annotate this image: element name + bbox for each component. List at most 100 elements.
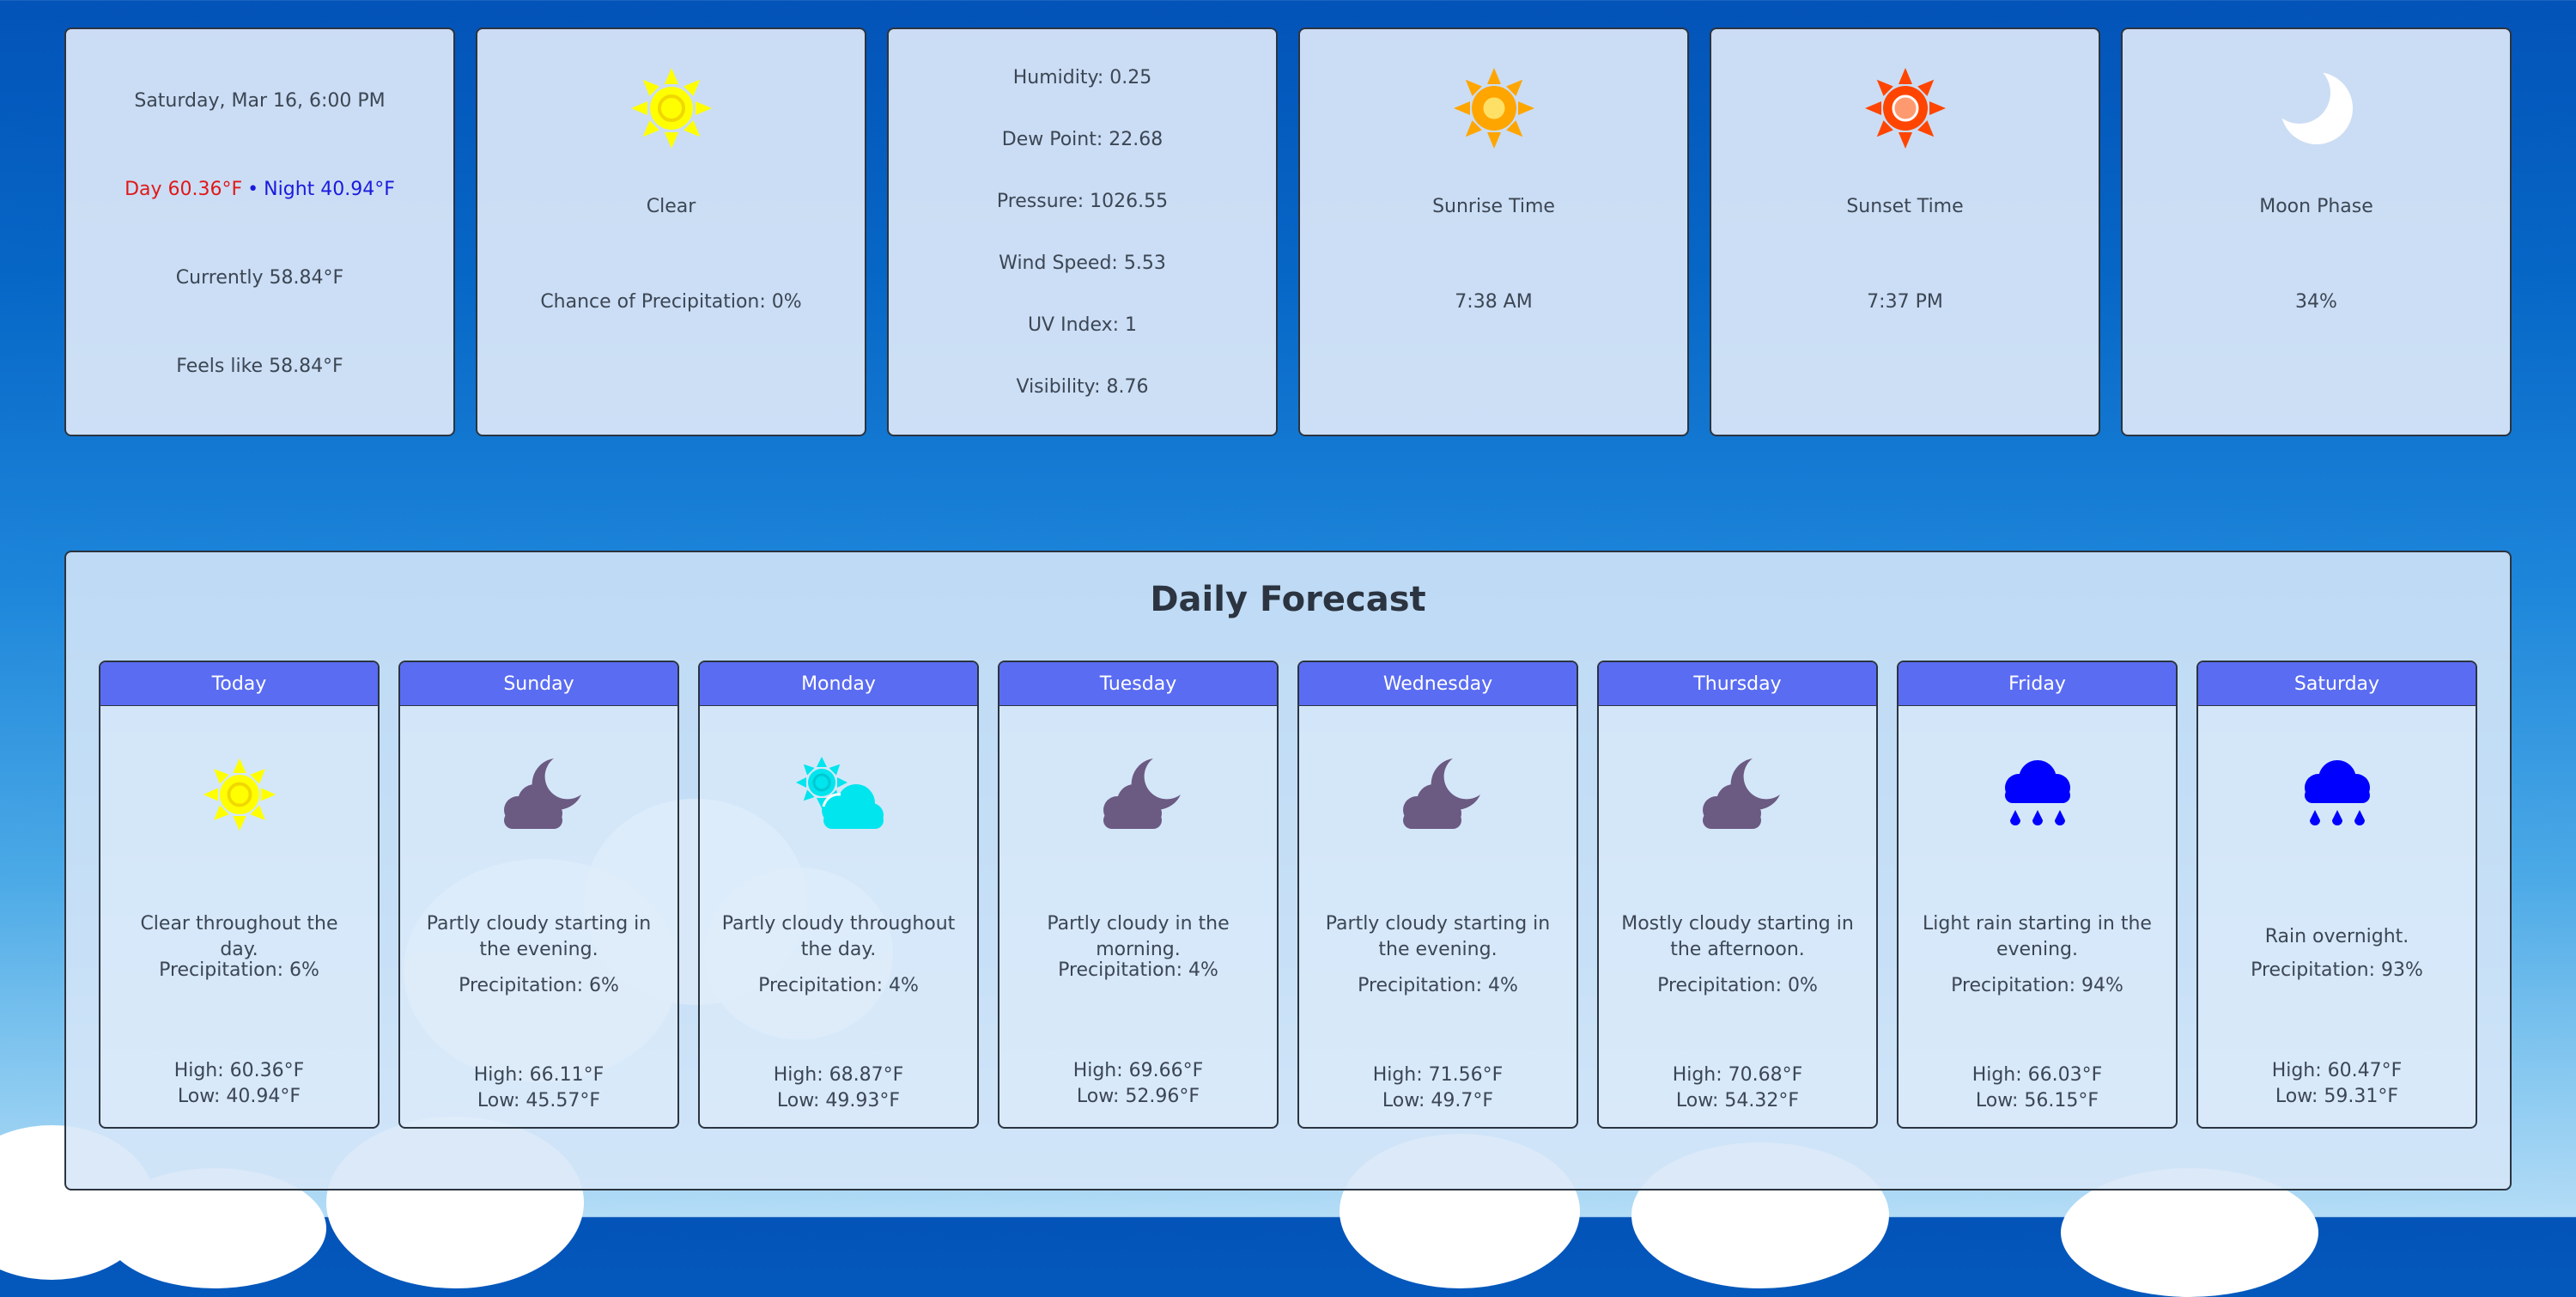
forecast-low: Low: 49.93°F [776, 1090, 901, 1111]
forecast-summary-text: Partly cloudy starting in the evening. [426, 913, 652, 960]
night-temp: Night 40.94°F [264, 179, 395, 200]
forecast-day-name: Monday [700, 662, 977, 706]
forecast-day-temps: High: 60.36°F Low: 40.94°F [100, 1058, 378, 1110]
forecast-high: High: 60.47°F [2271, 1060, 2403, 1081]
condition-label: Clear [646, 196, 696, 217]
humidity: Humidity: 0.25 [1012, 66, 1152, 88]
sunrise-icon [1451, 65, 1537, 151]
precip-chance: Chance of Precipitation: 0% [540, 291, 802, 313]
sun-icon [100, 753, 378, 836]
forecast-day-temps: High: 68.87°F Low: 49.93°F [700, 1063, 977, 1114]
wind-speed: Wind Speed: 5.53 [999, 252, 1166, 274]
forecast-high: High: 68.87°F [773, 1064, 904, 1086]
forecast-low: Low: 45.57°F [477, 1090, 601, 1111]
forecast-day-name: Wednesday [1299, 662, 1577, 706]
forecast-high: High: 69.66°F [1072, 1060, 1204, 1081]
forecast-title: Daily Forecast [1150, 580, 1426, 619]
forecast-day-name: Today [100, 662, 378, 706]
partly-cloudy-night-icon [999, 753, 1277, 836]
uv-index: UV Index: 1 [1027, 314, 1138, 336]
forecast-day-precip: Precipitation: 94% [1951, 975, 2123, 996]
forecast-day-precip: Precipitation: 6% [159, 959, 319, 981]
sun-icon [629, 65, 714, 151]
sunset-label: Sunset Time [1846, 196, 1964, 217]
forecast-day-precip: Precipitation: 6% [459, 975, 619, 996]
forecast-low: Low: 56.15°F [1975, 1090, 2099, 1111]
forecast-summary-text: Light rain starting in the evening. [1923, 913, 2152, 960]
rain-icon [2198, 753, 2476, 836]
forecast-day-summary: Partly cloudy throughout the day. [720, 905, 957, 969]
sunrise-card: Sunrise Time 7:38 AM [1298, 27, 1689, 436]
current-temperature-card: Saturday, Mar 16, 6:00 PM Day 60.36°F • Ni… [64, 27, 455, 436]
forecast-summary-text: Partly cloudy in the morning. [1047, 913, 1230, 960]
visibility: Visibility: 8.76 [1016, 375, 1149, 398]
forecast-day-temps: High: 66.03°F Low: 56.15°F [1899, 1063, 2176, 1114]
forecast-day-precip: Precipitation: 0% [1657, 975, 1818, 996]
sunrise-time: 7:38 AM [1455, 291, 1533, 313]
forecast-high: High: 66.03°F [1971, 1064, 2103, 1086]
forecast-summary-text: Partly cloudy throughout the day. [721, 913, 956, 960]
forecast-low: Low: 52.96°F [1076, 1086, 1200, 1107]
forecast-summary-text: Rain overnight. [2264, 926, 2409, 947]
forecast-day-temps: High: 70.68°F Low: 54.32°F [1599, 1063, 1876, 1114]
current-datetime: Saturday, Mar 16, 6:00 PM [134, 90, 386, 112]
partly-cloudy-night-icon [1299, 753, 1577, 836]
forecast-day-temps: High: 69.66°F Low: 52.96°F [999, 1058, 1277, 1110]
forecast-high: High: 66.11°F [473, 1064, 605, 1086]
condition-card: Clear Chance of Precipitation: 0% [476, 27, 866, 436]
daily-forecast-panel: Daily Forecast Today Clear throughout the… [64, 551, 2512, 1190]
moon-icon [2274, 65, 2360, 151]
forecast-day-card: Sunday Partly cloudy starting in the even… [398, 661, 679, 1129]
forecast-day-summary: Mostly cloudy starting in the afternoon. [1619, 905, 1856, 969]
forecast-high: High: 70.68°F [1672, 1064, 1803, 1086]
forecast-day-summary: Light rain starting in the evening. [1919, 905, 2155, 969]
forecast-day-summary: Partly cloudy starting in the evening. [421, 905, 657, 969]
forecast-day-card: Thursday Mostly cloudy starting in the af… [1597, 661, 1878, 1129]
forecast-day-name: Friday [1899, 662, 2176, 706]
atmosphere-details-card: Humidity: 0.25 Dew Point: 22.68 Pressure… [887, 27, 1278, 436]
forecast-day-name: Tuesday [999, 662, 1277, 706]
forecast-day-precip: Precipitation: 4% [758, 975, 919, 996]
forecast-low: Low: 54.32°F [1675, 1090, 1800, 1111]
forecast-high: High: 60.36°F [173, 1060, 305, 1081]
forecast-day-card: Monday Partly cloudy throughout the day. P… [698, 661, 979, 1129]
forecast-day-precip: Precipitation: 93% [2251, 959, 2423, 981]
forecast-day-card: Tuesday Partly cloudy in the morning. Prec… [998, 661, 1279, 1129]
partly-cloudy-day-icon [700, 753, 977, 836]
temp-separator: • [247, 179, 259, 200]
forecast-day-summary: Partly cloudy starting in the evening. [1320, 905, 1556, 969]
forecast-high: High: 71.56°F [1372, 1064, 1504, 1086]
forecast-summary-text: Mostly cloudy starting in the afternoon. [1621, 913, 1854, 960]
current-conditions-row: Saturday, Mar 16, 6:00 PM Day 60.36°F • Ni… [64, 27, 2512, 436]
pressure: Pressure: 1026.55 [996, 190, 1169, 212]
forecast-summary-text: Clear throughout the day. [140, 913, 338, 960]
forecast-day-name: Thursday [1599, 662, 1876, 706]
forecast-low: Low: 59.31°F [2275, 1086, 2399, 1107]
sunset-icon [1862, 65, 1948, 151]
forecast-low: Low: 49.7°F [1382, 1090, 1494, 1111]
forecast-day-name: Saturday [2198, 662, 2476, 706]
forecast-day-card: Saturday Rain overnight. Precipitation: 93… [2196, 661, 2477, 1129]
partly-cloudy-night-icon [400, 753, 677, 836]
forecast-day-name: Sunday [400, 662, 677, 706]
rain-icon [1899, 753, 2176, 836]
forecast-day-list: Today Clear throughout the day. Precipitat… [99, 661, 2477, 1129]
sunset-card: Sunset Time 7:37 PM [1710, 27, 2100, 436]
sunrise-label: Sunrise Time [1432, 196, 1555, 217]
feels-like-temp: Feels like 58.84°F [176, 356, 343, 377]
dew-point: Dew Point: 22.68 [1001, 128, 1163, 150]
sunset-time: 7:37 PM [1867, 291, 1943, 313]
moon-phase-value: 34% [2295, 291, 2337, 313]
day-night-temps: Day 60.36°F • Night 40.94°F [125, 179, 395, 200]
forecast-day-precip: Precipitation: 4% [1358, 975, 1518, 996]
forecast-day-card: Wednesday Partly cloudy starting in the e… [1297, 661, 1578, 1129]
forecast-summary-text: Partly cloudy starting in the evening. [1325, 913, 1551, 960]
day-temp: Day 60.36°F [125, 179, 243, 200]
moon-phase-label: Moon Phase [2259, 196, 2373, 217]
forecast-day-card: Today Clear throughout the day. Precipitat… [99, 661, 380, 1129]
forecast-low: Low: 40.94°F [177, 1086, 301, 1107]
forecast-day-card: Friday Light rain starting in the evening… [1897, 661, 2178, 1129]
forecast-day-temps: High: 66.11°F Low: 45.57°F [400, 1063, 677, 1114]
current-temp: Currently 58.84°F [175, 267, 344, 289]
moon-phase-card: Moon Phase 34% [2121, 27, 2512, 436]
